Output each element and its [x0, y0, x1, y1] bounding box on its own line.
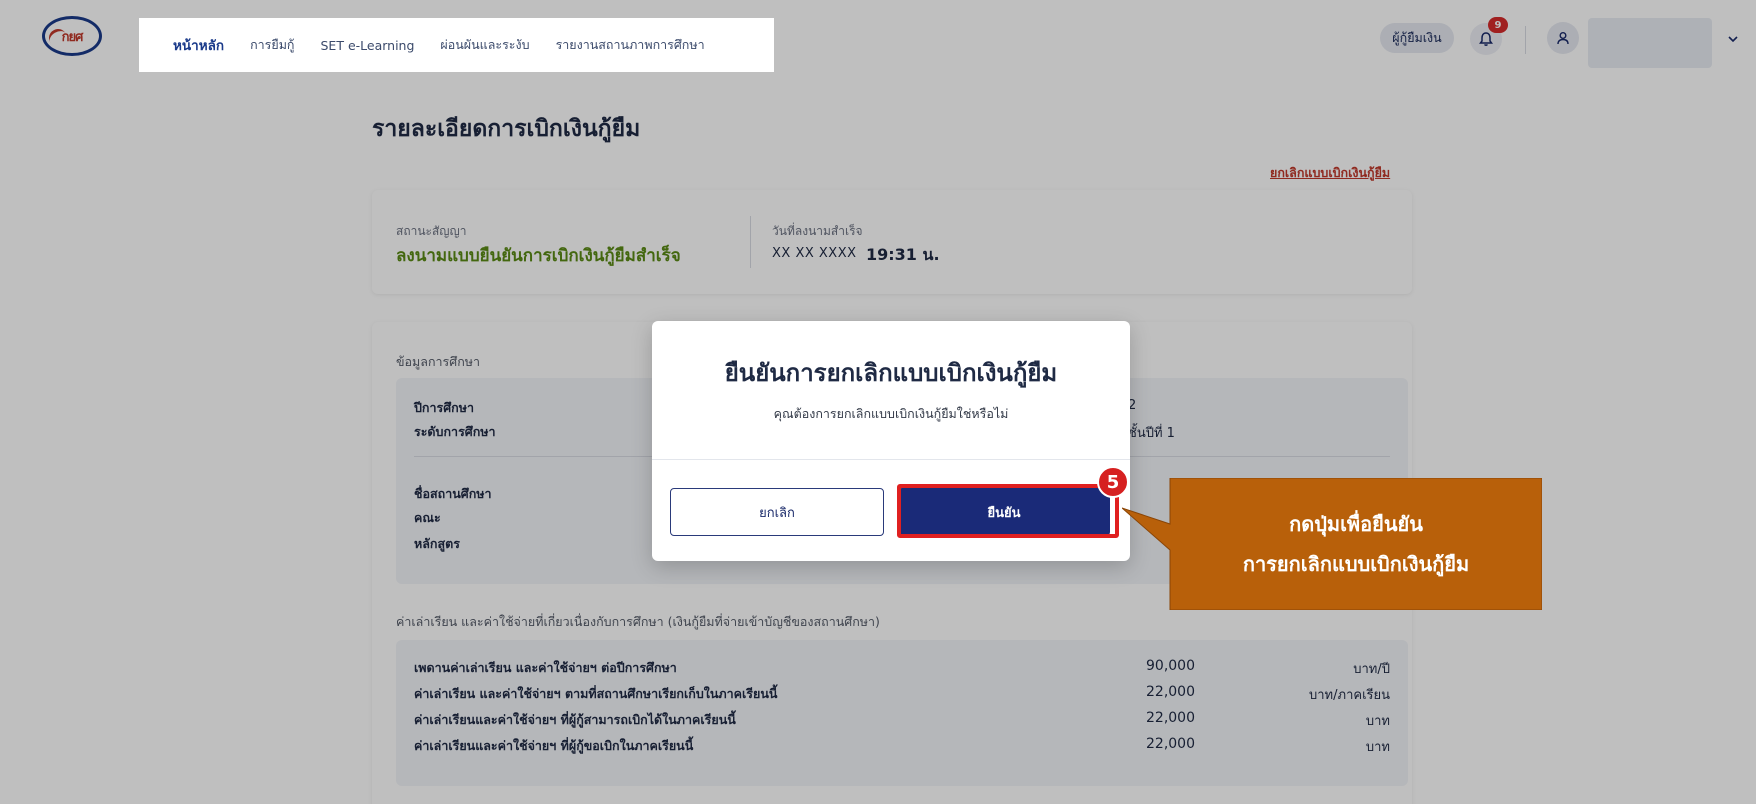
modal-title: ยืนยันการยกเลิกแบบเบิกเงินกู้ยืม [724, 359, 1058, 387]
instruction-callout: กดปุ่มเพื่อยืนยัน การยกเลิกแบบเบิกเงินกู… [1122, 478, 1542, 610]
nav-item-education-report[interactable]: รายงานสถานภาพการศึกษา [556, 35, 705, 55]
callout-line-2: การยกเลิกแบบเบิกเงินกู้ยืม [1242, 552, 1470, 576]
modal-message: คุณต้องการยกเลิกแบบเบิกเงินกู้ยืมใช่หรือ… [773, 406, 1009, 421]
callout-text: กดปุ่มเพื่อยืนยัน การยกเลิกแบบเบิกเงินกู… [1170, 478, 1542, 610]
nav-item-loan[interactable]: การยืมกู้ [250, 35, 294, 55]
callout-line-1: กดปุ่มเพื่อยืนยัน [1289, 512, 1423, 536]
nav-item-elearning[interactable]: SET e-Learning [321, 38, 415, 53]
nav-item-deferment[interactable]: ผ่อนผันและระงับ [440, 35, 529, 55]
nav-item-home[interactable]: หน้าหลัก [173, 34, 224, 56]
modal-cancel-button[interactable]: ยกเลิก [670, 488, 884, 536]
main-nav-spotlight: หน้าหลัก การยืมกู้ SET e-Learning ผ่อนผั… [139, 18, 774, 72]
modal-divider [652, 459, 1130, 460]
confirm-highlight-frame [897, 484, 1119, 538]
